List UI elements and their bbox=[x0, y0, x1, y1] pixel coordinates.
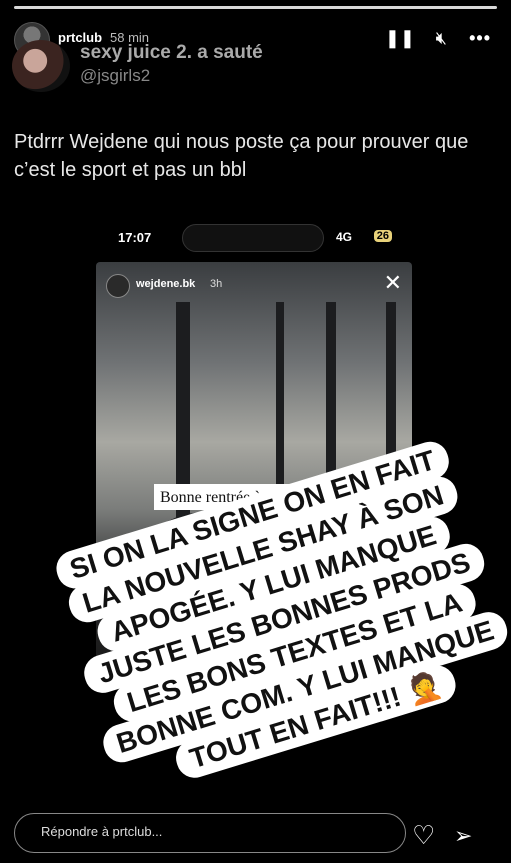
phone-status-bar: 17:07 4G 26 bbox=[100, 222, 410, 252]
close-icon: ✕ bbox=[383, 270, 402, 295]
send-icon[interactable]: ➢ bbox=[454, 823, 472, 849]
dynamic-island bbox=[182, 224, 324, 252]
reply-input[interactable]: Répondre à prtclub... bbox=[14, 813, 406, 853]
tweet-author-name: sexy juice 2. a sauté bbox=[80, 42, 263, 63]
story-progress-bar bbox=[14, 6, 497, 9]
battery-icon: 26 bbox=[373, 230, 392, 242]
signal-indicator: 4G bbox=[335, 230, 352, 244]
progress-segment bbox=[14, 6, 497, 9]
heart-icon[interactable]: ♡ bbox=[412, 820, 435, 851]
inner-story-username: wejdene.bk bbox=[136, 278, 196, 290]
inner-story-time: 3h bbox=[210, 278, 223, 290]
tweet-avatar bbox=[12, 40, 70, 92]
pause-icon[interactable]: ❚❚ bbox=[385, 28, 415, 49]
reply-placeholder: Répondre à prtclub... bbox=[41, 824, 163, 839]
phone-time: 17:07 bbox=[118, 230, 152, 245]
speaker-muted-icon[interactable]: 🔇︎ bbox=[436, 28, 447, 49]
tweet-author-handle: @jsgirls2 bbox=[80, 66, 151, 85]
tweet-text: Ptdrrr Wejdene qui nous poste ça pour pr… bbox=[14, 131, 469, 181]
inner-story-avatar bbox=[106, 274, 130, 298]
more-icon[interactable]: ••• bbox=[469, 28, 491, 49]
